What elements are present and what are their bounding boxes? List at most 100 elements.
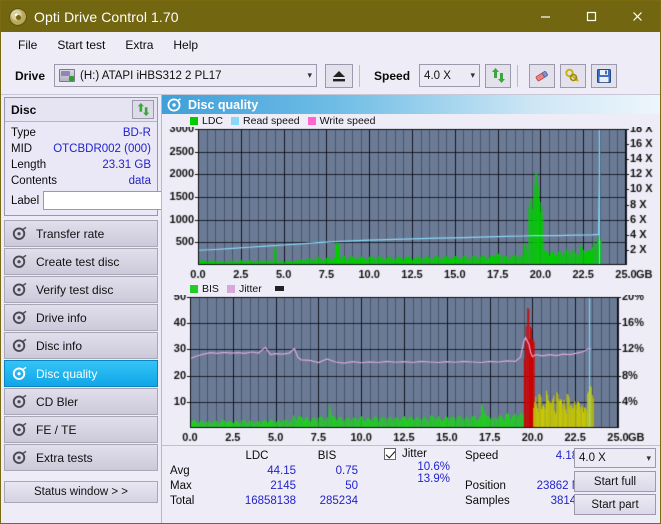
body: Disc Type BD-R MID OTCBDR002 (000) Lengt… xyxy=(1,95,660,523)
legend-label-jitter: Jitter xyxy=(238,282,262,295)
menu-start-test[interactable]: Start test xyxy=(48,35,114,55)
sidebar-item-extra-tests[interactable]: Extra tests xyxy=(4,444,158,471)
main-header-title: Disc quality xyxy=(188,97,259,112)
sidebar-item-label: Disc info xyxy=(36,338,83,353)
eject-button[interactable] xyxy=(325,63,354,88)
refresh-disc-button[interactable] xyxy=(132,100,154,119)
jitter-max-value: 13.9% xyxy=(417,473,450,485)
drive-icon xyxy=(59,69,76,82)
position-label: Position xyxy=(465,479,506,492)
jitter-checkbox[interactable] xyxy=(384,448,396,460)
disc-properties: Type BD-R MID OTCBDR002 (000) Length 23.… xyxy=(5,122,216,215)
toolbar-divider xyxy=(359,64,361,87)
stats-panel: LDC BIS Avg 44.15 0.75 Max 2145 50 Total… xyxy=(162,445,660,523)
disc-extra-icon xyxy=(12,450,27,465)
sidebar-item-fe-te[interactable]: FE / TE xyxy=(4,416,158,443)
disc-panel: Disc Type BD-R MID OTCBDR002 (000) Lengt… xyxy=(4,97,216,216)
window-title: Opti Drive Control 1.70 xyxy=(34,8,179,25)
sidebar-item-label: Disc quality xyxy=(36,366,98,381)
disc-label-label: Label xyxy=(11,194,40,207)
sidebar-item-drive-info[interactable]: Drive info xyxy=(4,304,158,331)
disc-length-value: 23.31 GB xyxy=(102,159,151,171)
disc-quality-icon xyxy=(167,97,181,111)
table-row: Avg 44.15 0.75 xyxy=(170,463,358,478)
legend-swatch-ldc xyxy=(190,116,198,125)
test-speed-select[interactable]: 4.0 X ▾ xyxy=(574,448,656,468)
menu-bar: File Start test Extra Help xyxy=(1,32,660,57)
disc-bler-icon xyxy=(12,394,27,409)
legend-swatch-read-speed xyxy=(231,116,240,125)
table-row: Samples 381448 xyxy=(465,493,589,508)
eraser-button[interactable] xyxy=(529,63,556,88)
maximize-button[interactable] xyxy=(568,1,614,32)
top-chart-legend: LDC Read speed Write speed xyxy=(162,114,660,127)
sidebar-item-create-test-disc[interactable]: Create test disc xyxy=(4,248,158,275)
jitter-label: Jitter xyxy=(402,448,427,460)
chevron-down-icon: ▾ xyxy=(307,70,313,80)
disc-quality-icon xyxy=(12,366,27,381)
table-row: Speed 4.18 X xyxy=(465,448,589,463)
sidebar-item-transfer-rate[interactable]: Transfer rate xyxy=(4,220,158,247)
sidebar-item-cd-bler[interactable]: CD Bler xyxy=(4,388,158,415)
samples-label: Samples xyxy=(465,494,510,507)
disc-contents-value: data xyxy=(128,175,151,187)
disc-row-type: Type BD-R xyxy=(11,125,151,141)
keys-button[interactable] xyxy=(560,63,587,88)
stats-max-bis: 50 xyxy=(345,479,358,492)
table-row xyxy=(465,463,589,478)
speed-select-value: 4.0 X xyxy=(424,69,451,82)
window-controls xyxy=(522,1,660,32)
speed-stat-label: Speed xyxy=(465,449,499,462)
disc-verify-icon xyxy=(12,282,27,297)
chevron-down-icon: ▾ xyxy=(646,452,651,463)
disc-create-icon xyxy=(12,254,27,269)
speed-select[interactable]: 4.0 X ▾ xyxy=(419,64,481,87)
refresh-button[interactable] xyxy=(485,63,512,88)
bottom-chart[interactable] xyxy=(162,295,660,445)
legend-swatch-write-speed xyxy=(307,116,316,125)
sidebar-item-verify-test-disc[interactable]: Verify test disc xyxy=(4,276,158,303)
sidebar-item-label: Verify test disc xyxy=(36,282,114,297)
disc-transfer-icon xyxy=(12,226,27,241)
jitter-avg-value: 10.6% xyxy=(417,461,450,473)
stats-table: LDC BIS Avg 44.15 0.75 Max 2145 50 Total… xyxy=(170,448,358,508)
save-button[interactable] xyxy=(591,63,618,88)
sidebar-item-disc-info[interactable]: Disc info xyxy=(4,332,158,359)
drive-select-value: (H:) ATAPI iHBS312 2 PL17 xyxy=(80,69,222,82)
menu-file[interactable]: File xyxy=(9,35,46,55)
chevron-down-icon: ▾ xyxy=(470,70,476,80)
test-speed-value: 4.0 X xyxy=(579,452,606,464)
stats-total-ldc: 16858138 xyxy=(244,494,296,507)
table-row: Max 2145 50 xyxy=(170,478,358,493)
status-window-button[interactable]: Status window > > xyxy=(4,481,158,503)
disc-row-mid: MID OTCBDR002 (000) xyxy=(11,141,151,157)
stats-total-bis: 285234 xyxy=(319,494,358,507)
table-row: Position 23862 MB xyxy=(465,478,589,493)
close-button[interactable] xyxy=(614,1,660,32)
start-full-button[interactable]: Start full xyxy=(574,471,656,492)
disc-type-value: BD-R xyxy=(122,127,151,139)
main-panel: Disc quality LDC Read speed Write speed … xyxy=(161,95,660,523)
disc-panel-header: Disc xyxy=(5,98,157,122)
minimize-button[interactable] xyxy=(522,1,568,32)
legend-swatch-jitter xyxy=(226,284,235,293)
disc-row-length: Length 23.31 GB xyxy=(11,157,151,173)
menu-help[interactable]: Help xyxy=(164,35,207,55)
table-row: Total 16858138 285234 xyxy=(170,493,358,508)
stats-row-total-label: Total xyxy=(170,494,195,507)
drive-select[interactable]: (H:) ATAPI iHBS312 2 PL17 ▾ xyxy=(54,64,318,87)
start-part-button[interactable]: Start part xyxy=(574,494,656,515)
sidebar-item-label: CD Bler xyxy=(36,394,79,409)
top-chart[interactable] xyxy=(162,127,660,282)
legend-label-read-speed: Read speed xyxy=(243,114,300,127)
disc-contents-label: Contents xyxy=(11,175,58,187)
app-window: Opti Drive Control 1.70 File Start test … xyxy=(0,0,661,524)
menu-extra[interactable]: Extra xyxy=(116,35,162,55)
legend-swatch-extra xyxy=(274,286,284,291)
sidebar-item-disc-quality[interactable]: Disc quality xyxy=(4,360,158,387)
stats-row-max-label: Max xyxy=(170,479,192,492)
stats-col-bis: BIS xyxy=(317,449,337,462)
stats-avg-ldc: 44.15 xyxy=(267,464,296,477)
disc-drive-icon xyxy=(12,310,27,325)
disc-label-row: Label xyxy=(11,191,216,210)
